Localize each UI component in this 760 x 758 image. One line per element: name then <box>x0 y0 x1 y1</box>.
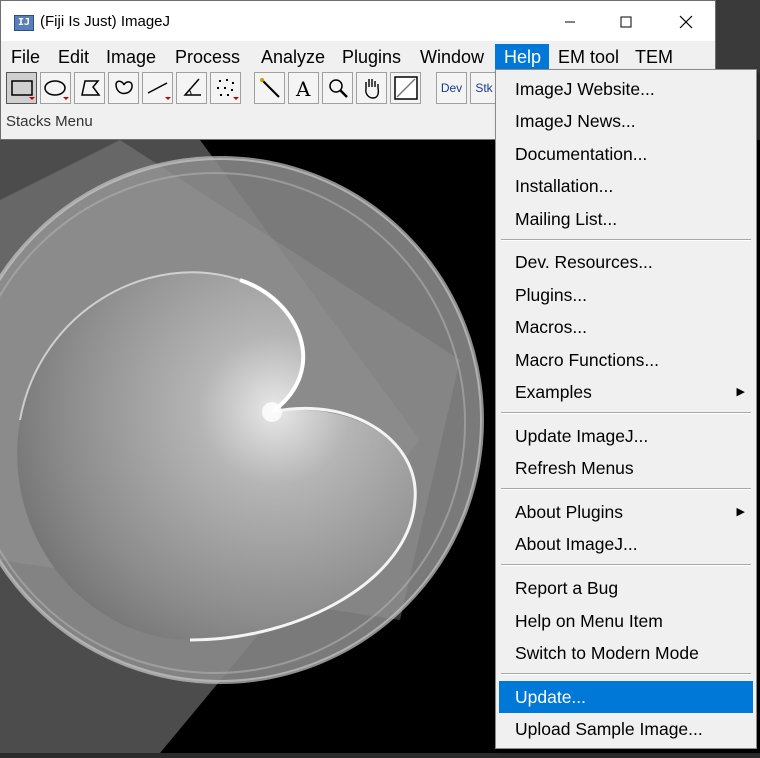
menu-item-label: Macro Functions... <box>515 350 659 370</box>
menu-analyze[interactable]: Analyze <box>255 44 331 70</box>
submenu-arrow-icon: ▶ <box>736 506 745 518</box>
imagej-app-icon: IJ <box>14 15 34 31</box>
menu-item-examples[interactable]: Examples ▶ <box>499 376 753 408</box>
line-icon <box>147 82 171 100</box>
color-picker-icon <box>393 76 418 100</box>
menu-item-switch-to-modern-mode[interactable]: Switch to Modern Mode <box>499 637 753 669</box>
wand-icon <box>259 78 280 98</box>
oval-tool[interactable] <box>40 72 71 104</box>
wand-tool[interactable] <box>254 72 285 104</box>
svg-text:A: A <box>295 77 311 101</box>
menu-image[interactable]: Image <box>100 44 162 70</box>
rectangle-icon <box>10 80 35 100</box>
color-picker-tool[interactable] <box>390 72 421 104</box>
menu-item-label: Report a Bug <box>515 578 619 598</box>
menu-help[interactable]: Help <box>495 44 549 70</box>
minimize-icon <box>565 21 575 23</box>
submenu-arrow-icon: ▶ <box>736 386 745 398</box>
menu-item-label: About Plugins <box>515 502 623 522</box>
menu-window[interactable]: Window <box>414 44 490 70</box>
menu-item-macros[interactable]: Macros... <box>499 311 753 343</box>
menu-item-label: Macros... <box>515 317 587 337</box>
menu-item-label: Plugins... <box>515 285 587 305</box>
status-bar-text: Stacks Menu <box>6 113 93 130</box>
magnifier-icon <box>328 79 348 98</box>
polygon-tool[interactable] <box>74 72 105 104</box>
menu-separator <box>501 488 751 490</box>
close-button[interactable] <box>660 1 712 41</box>
menu-item-about-plugins[interactable]: About Plugins ▶ <box>499 496 753 528</box>
stk-label: Stk <box>475 81 493 95</box>
close-icon <box>679 15 693 29</box>
menu-plugins[interactable]: Plugins <box>336 44 407 70</box>
menu-item-report-a-bug[interactable]: Report a Bug <box>499 572 753 604</box>
menu-item-dev-resources[interactable]: Dev. Resources... <box>499 246 753 278</box>
menu-separator <box>501 673 751 675</box>
dev-menu-tool[interactable]: Dev <box>436 72 467 104</box>
menu-file[interactable]: File <box>5 44 46 70</box>
point-tool[interactable] <box>210 72 241 104</box>
stk-menu-tool[interactable]: Stk <box>470 72 498 104</box>
multipoint-icon <box>216 79 239 100</box>
menu-item-label: About ImageJ... <box>515 534 638 554</box>
menu-edit[interactable]: Edit <box>52 44 95 70</box>
text-icon: A <box>295 77 311 101</box>
menu-item-label: Refresh Menus <box>515 458 634 478</box>
menu-item-update[interactable]: Update... <box>499 681 753 713</box>
help-dropdown-menu: ImageJ Website... ImageJ News... Documen… <box>495 69 757 749</box>
menu-separator <box>501 239 751 241</box>
menu-item-label: Update... <box>515 687 587 707</box>
maximize-button[interactable] <box>600 1 652 41</box>
maximize-icon <box>620 16 632 28</box>
menu-item-macro-functions[interactable]: Macro Functions... <box>499 344 753 376</box>
angle-icon <box>182 78 201 96</box>
menu-item-label: Documentation... <box>515 144 648 164</box>
menu-process[interactable]: Process <box>169 44 246 70</box>
menu-item-help-on-menu-item[interactable]: Help on Menu Item <box>499 605 753 637</box>
polygon-icon <box>80 80 100 96</box>
menu-separator <box>501 564 751 566</box>
freehand-icon <box>114 80 133 95</box>
menu-item-update-imagej[interactable]: Update ImageJ... <box>499 420 753 452</box>
menu-bar: File Edit Image Process Analyze Plugins … <box>1 44 715 70</box>
menu-item-installation[interactable]: Installation... <box>499 170 753 202</box>
text-tool[interactable]: A <box>288 72 319 104</box>
magnifier-tool[interactable] <box>322 72 353 104</box>
menu-item-upload-sample-image[interactable]: Upload Sample Image... <box>499 713 753 745</box>
menu-item-about-imagej[interactable]: About ImageJ... <box>499 528 753 560</box>
menu-item-label: Update ImageJ... <box>515 426 649 446</box>
hand-icon <box>364 79 379 99</box>
dev-label: Dev <box>440 81 463 95</box>
oval-icon <box>43 80 69 100</box>
menu-item-label: ImageJ Website... <box>515 79 655 99</box>
menu-separator <box>501 412 751 414</box>
line-tool[interactable] <box>142 72 173 104</box>
hand-tool[interactable] <box>356 72 387 104</box>
menu-item-imagej-website[interactable]: ImageJ Website... <box>499 73 753 105</box>
menu-item-label: Dev. Resources... <box>515 252 653 272</box>
menu-item-mailing-list[interactable]: Mailing List... <box>499 203 753 235</box>
menu-item-imagej-news[interactable]: ImageJ News... <box>499 105 753 137</box>
window-title: (Fiji Is Just) ImageJ <box>40 13 171 30</box>
menu-item-label: Upload Sample Image... <box>515 719 703 739</box>
menu-item-label: ImageJ News... <box>515 111 636 131</box>
menu-item-refresh-menus[interactable]: Refresh Menus <box>499 452 753 484</box>
rectangle-tool[interactable] <box>6 72 37 104</box>
menu-item-documentation[interactable]: Documentation... <box>499 138 753 170</box>
menu-item-label: Mailing List... <box>515 209 618 229</box>
menu-item-label: Installation... <box>515 176 614 196</box>
menu-item-plugins[interactable]: Plugins... <box>499 279 753 311</box>
menu-item-label: Switch to Modern Mode <box>515 643 699 663</box>
minimize-button[interactable] <box>544 1 596 41</box>
freehand-tool[interactable] <box>108 72 139 104</box>
angle-tool[interactable] <box>176 72 207 104</box>
title-bar[interactable]: IJ (Fiji Is Just) ImageJ <box>1 1 715 41</box>
menu-item-label: Examples <box>515 382 592 402</box>
menu-item-label: Help on Menu Item <box>515 611 663 631</box>
menu-tem[interactable]: TEM <box>629 44 679 70</box>
menu-em-tool[interactable]: EM tool <box>552 44 625 70</box>
